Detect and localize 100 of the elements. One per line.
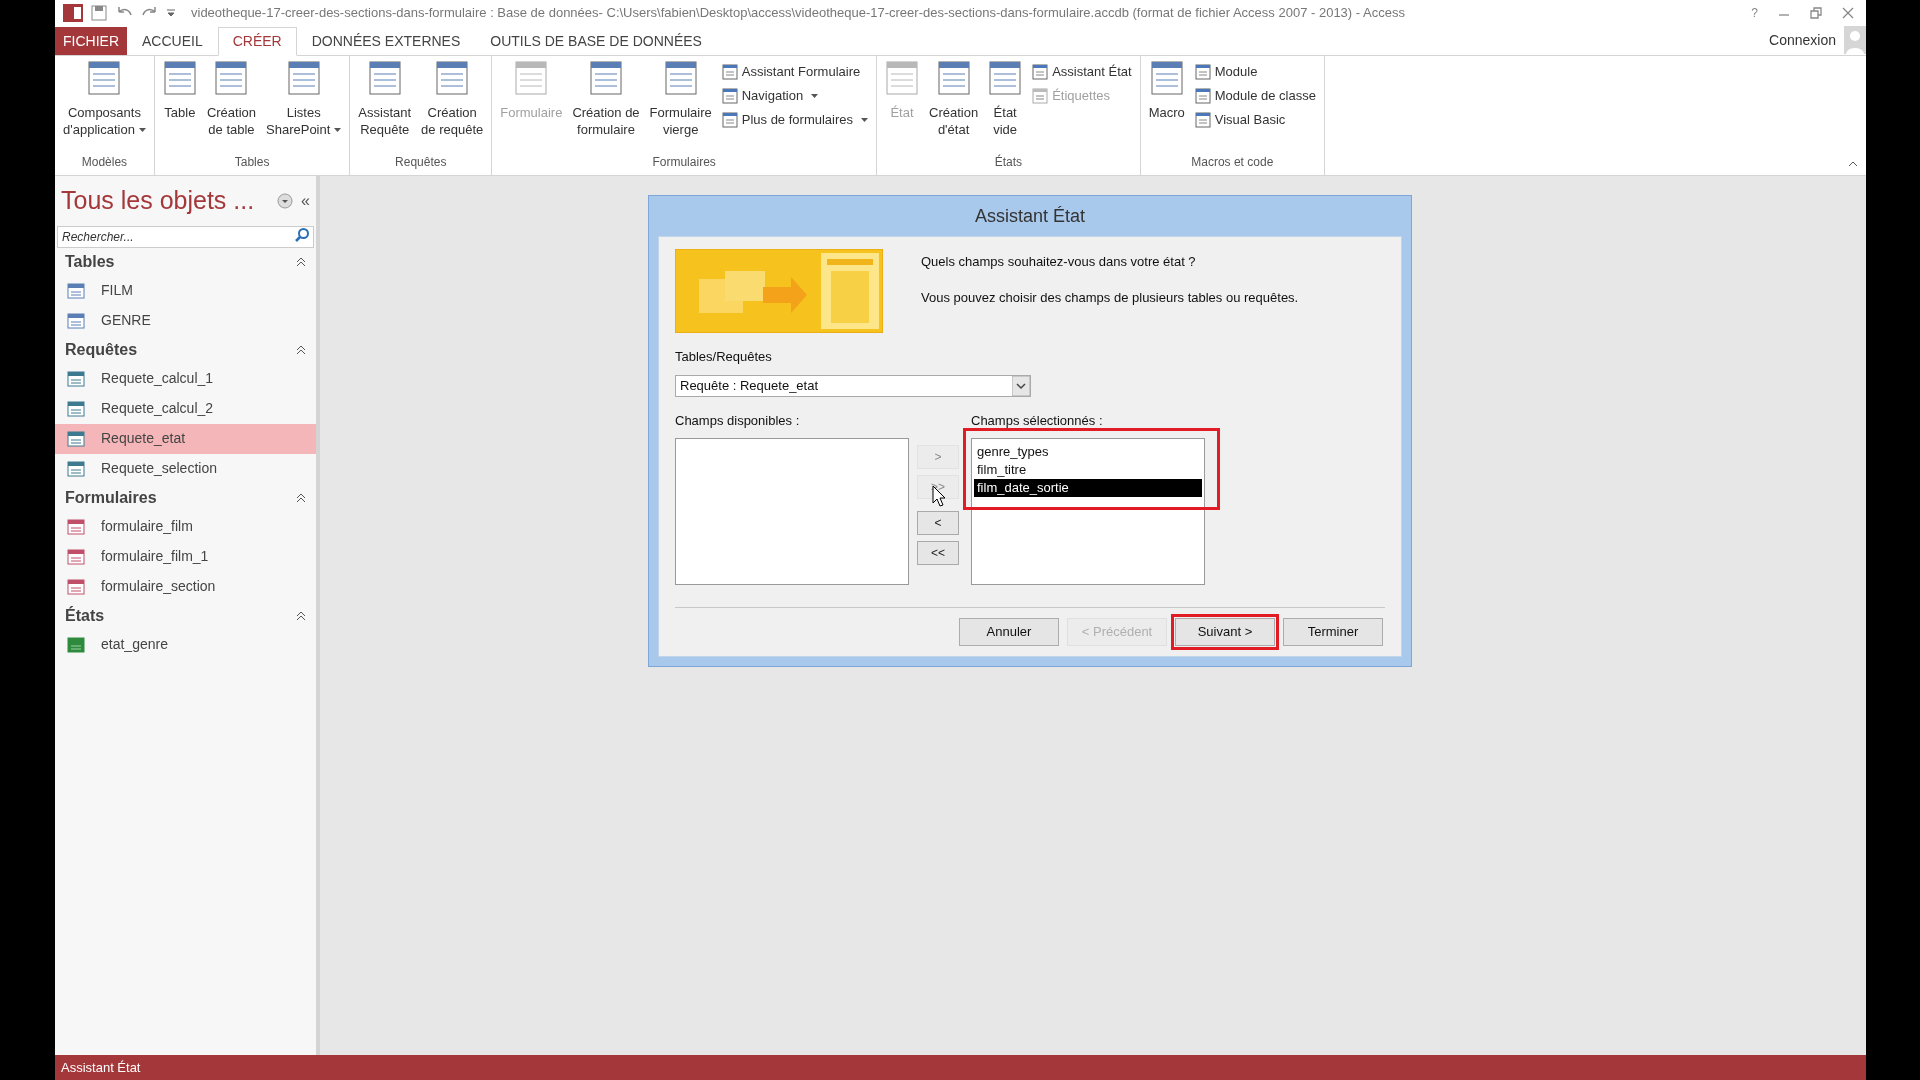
ribbon-button[interactable]: Macro	[1144, 60, 1189, 121]
form-icon	[67, 578, 85, 595]
list-item[interactable]: film_date_sortie	[974, 479, 1202, 497]
document-icon	[367, 60, 402, 96]
help-button[interactable]: ?	[1751, 3, 1758, 22]
window-title: videotheque-17-creer-des-sections-dans-formulaire : Base de données- C:\Users\fabien\Desktop\access\videotheque-17-creer-des-sections-dans-formulaire.accdb (format de fichier Access 2007 - 2013) - Access	[191, 3, 1405, 22]
source-dropdown[interactable]: Requête : Requete_etat	[675, 374, 1031, 397]
selected-fields-list[interactable]: genre_types film_titre film_date_sortie	[971, 438, 1205, 585]
group-label: Macros et code	[1190, 154, 1275, 171]
ribbon-button[interactable]: Module	[1190, 62, 1320, 82]
dialog-button[interactable]: Terminer	[1283, 618, 1383, 646]
restore-icon[interactable]	[1810, 6, 1822, 19]
ribbon-tab[interactable]: CRÉER	[217, 27, 297, 56]
ribbon-button[interactable]: Table	[158, 60, 201, 121]
ribbon-button[interactable]: Listes SharePoint	[262, 60, 346, 138]
nav-item[interactable]: Requete_calcul_1	[55, 363, 316, 394]
form-icon	[721, 112, 738, 128]
caret-icon	[1012, 375, 1030, 396]
ribbon-tab[interactable]: OUTILS DE BASE DE DONNÉES	[475, 27, 717, 56]
dialog-button[interactable]: Annuler	[959, 618, 1059, 646]
ribbon-button[interactable]: Création de table	[202, 60, 260, 138]
dropdown-icon[interactable]	[277, 192, 294, 209]
ribbon-button[interactable]: Plus de formulaires	[717, 110, 872, 130]
cursor-icon	[932, 485, 946, 507]
collapse-ribbon-icon[interactable]	[1848, 161, 1858, 167]
form-icon	[1032, 88, 1049, 104]
table-icon	[67, 282, 85, 299]
document-icon	[514, 60, 549, 96]
document-icon	[1149, 60, 1184, 96]
ribbon-tab[interactable]: ACCUEIL	[127, 27, 218, 56]
search-icon	[294, 226, 310, 243]
status-text: Assistant État	[61, 1058, 141, 1077]
form-icon	[67, 548, 85, 565]
search-field[interactable]: Rechercher...	[57, 225, 314, 248]
report-icon	[67, 636, 85, 653]
ribbon-button[interactable]: Création de requête	[417, 60, 488, 138]
form-icon	[721, 64, 738, 80]
document-icon	[435, 60, 470, 96]
ribbon-tab[interactable]: DONNÉES EXTERNES	[296, 27, 476, 56]
section-header[interactable]: Tables	[55, 247, 316, 276]
nav-item[interactable]: Requete_selection	[55, 453, 316, 484]
available-fields-list[interactable]	[675, 438, 909, 585]
move-button[interactable]: <	[917, 510, 959, 535]
field-label: Champs sélectionnés :	[971, 411, 1104, 430]
nav-item[interactable]: formulaire_film	[55, 511, 316, 542]
collapse-icon	[296, 256, 306, 267]
ribbon-button[interactable]: Composants d'application	[59, 60, 150, 138]
account-link[interactable]: Connexion	[1769, 29, 1836, 51]
section-header[interactable]: Requêtes	[55, 335, 316, 364]
field-label: Champs disponibles :	[675, 411, 801, 430]
query-icon	[67, 370, 85, 387]
ribbon-button[interactable]: Visual Basic	[1190, 110, 1320, 130]
file-tab[interactable]: FICHIER	[55, 27, 127, 55]
list-item[interactable]: genre_types	[974, 443, 1202, 461]
group-label: États	[993, 153, 1023, 171]
ribbon-button[interactable]: Assistant Requête	[354, 60, 416, 138]
collapse-icon	[296, 610, 306, 621]
ribbon-button[interactable]: Assistant État	[1028, 62, 1136, 82]
field-label: Tables/Requêtes	[675, 348, 773, 366]
nav-item[interactable]: etat_genre	[55, 629, 316, 660]
save-icon[interactable]	[91, 4, 107, 21]
document-icon	[589, 60, 623, 96]
query-icon	[67, 400, 85, 417]
document-icon	[885, 60, 919, 96]
form-icon	[1194, 88, 1211, 104]
nav-item[interactable]: FILM	[55, 275, 316, 306]
form-icon	[1194, 112, 1211, 128]
group-label: Modèles	[80, 154, 129, 171]
table-icon	[67, 312, 85, 329]
dialog-title: Assistant État	[973, 204, 1087, 228]
document-icon	[663, 60, 698, 96]
group-label: Formulaires	[651, 154, 717, 171]
section-header[interactable]: États	[55, 601, 316, 630]
ribbon-button[interactable]: Assistant Formulaire	[717, 62, 872, 82]
list-item[interactable]: film_titre	[974, 461, 1202, 479]
document-icon	[286, 60, 321, 96]
customize-icon[interactable]	[167, 8, 175, 17]
nav-item[interactable]: Requete_calcul_2	[55, 393, 316, 424]
nav-item[interactable]: formulaire_section	[55, 571, 316, 602]
collapse-icon	[296, 344, 306, 355]
ribbon-button[interactable]: État vide	[984, 60, 1027, 138]
ribbon-button[interactable]: Module de classe	[1190, 86, 1320, 106]
ribbon-button[interactable]: Création d'état	[925, 60, 983, 138]
nav-item[interactable]: GENRE	[55, 305, 316, 336]
document-icon	[936, 60, 971, 96]
dialog-button[interactable]: Suivant >	[1175, 618, 1275, 646]
ribbon-button[interactable]: Formulaire vierge	[645, 60, 716, 138]
form-icon	[721, 88, 738, 104]
close-icon[interactable]	[1842, 6, 1854, 19]
section-header[interactable]: Formulaires	[55, 483, 316, 512]
ribbon-button[interactable]: Création de formulaire	[568, 60, 644, 138]
ribbon-button[interactable]: Navigation	[717, 86, 872, 106]
move-button[interactable]: <<	[917, 540, 959, 565]
group-label: Tables	[233, 154, 271, 171]
form-icon	[67, 518, 85, 535]
app-icon[interactable]	[63, 3, 83, 22]
nav-item[interactable]: formulaire_film_1	[55, 541, 316, 572]
collapse-icon	[296, 492, 306, 503]
nav-item[interactable]: Requete_etat	[55, 423, 316, 454]
collapse-button[interactable]: «	[301, 188, 310, 213]
